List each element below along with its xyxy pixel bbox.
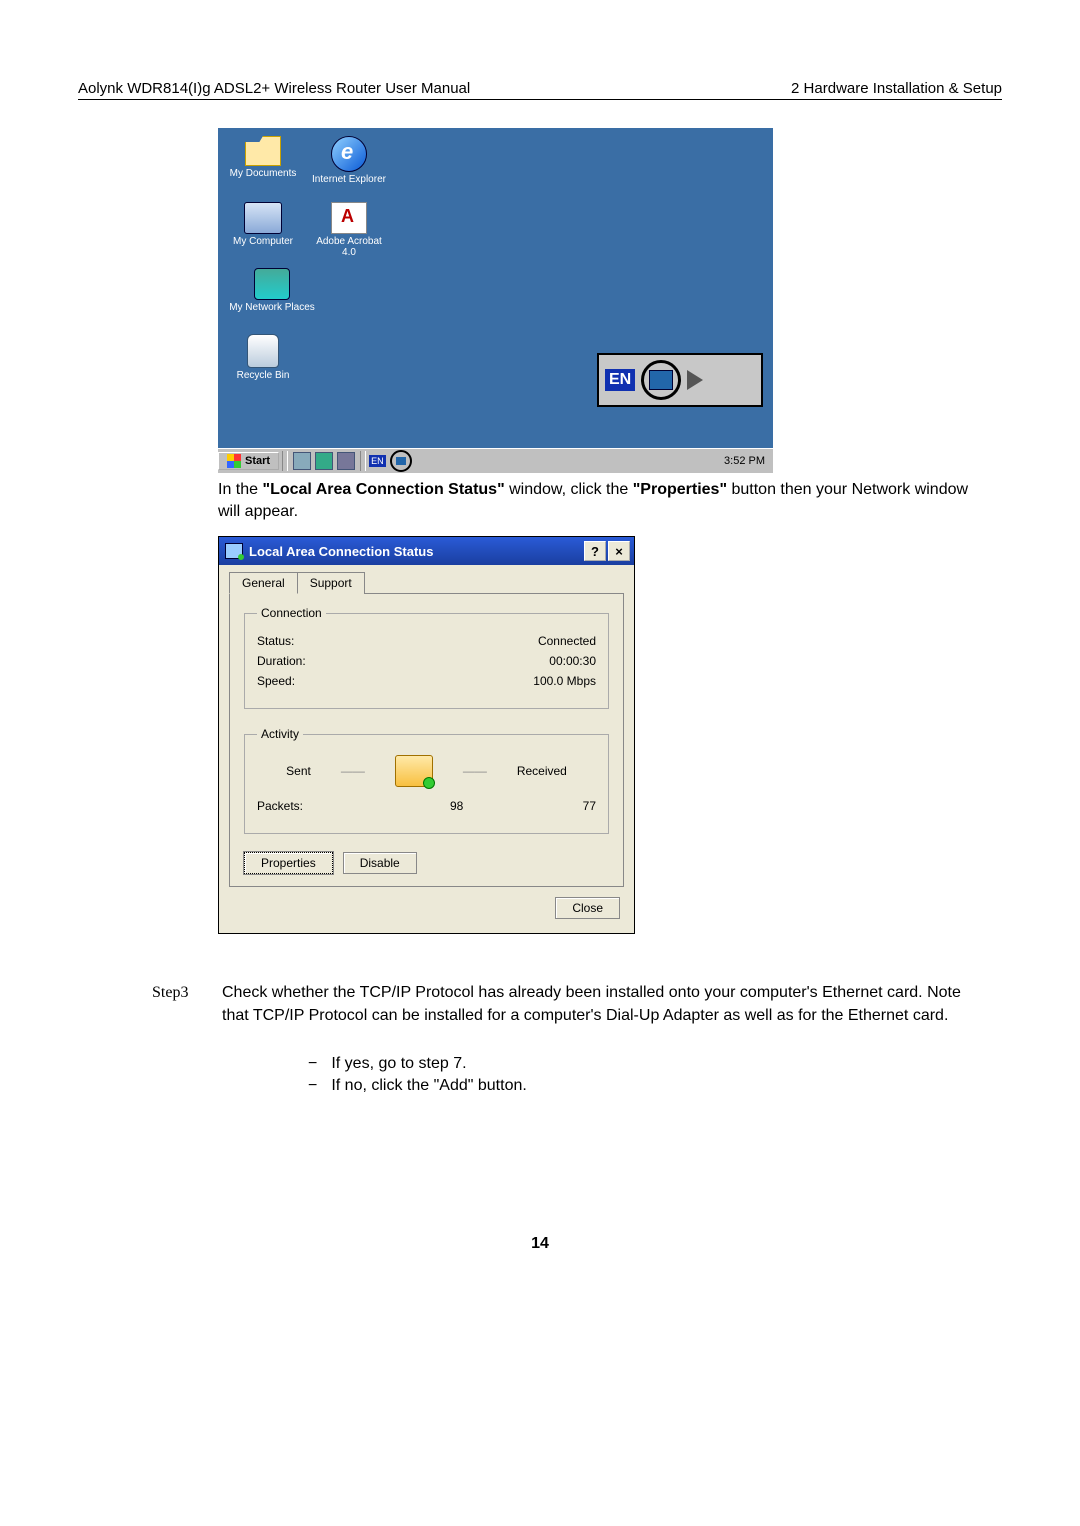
dialog-titlebar[interactable]: Local Area Connection Status ? × [219, 537, 634, 565]
header-right: 2 Hardware Installation & Setup [791, 80, 1002, 97]
windows-logo-icon [227, 454, 241, 468]
packets-label: Packets: [257, 799, 303, 813]
network-icon [254, 268, 290, 300]
volume-icon[interactable] [687, 370, 703, 390]
network-tray-icon[interactable] [390, 450, 412, 472]
recycle-bin-icon [247, 334, 279, 368]
desktop-screenshot: My Documents Internet Explorer My Comput… [218, 128, 773, 473]
duration-label: Duration: [257, 654, 306, 668]
desktop-icon-my-documents[interactable]: My Documents [222, 136, 304, 179]
taskbar: Start EN 3:52 PM [218, 448, 773, 473]
duration-value: 00:00:30 [549, 654, 596, 668]
page-number: 14 [78, 1235, 1002, 1253]
ie-icon [331, 136, 367, 172]
activity-icon [395, 755, 433, 787]
taskbar-separator [282, 451, 288, 471]
folder-icon [245, 136, 281, 166]
step3-row: Step3 Check whether the TCP/IP Protocol … [78, 982, 1002, 1027]
status-label: Status: [257, 634, 294, 648]
instruction-text: In the "Local Area Connection Status" wi… [218, 479, 982, 522]
icon-label: Internet Explorer [308, 174, 390, 185]
tab-support[interactable]: Support [297, 572, 365, 594]
packets-sent-value: 98 [450, 799, 463, 813]
status-value: Connected [538, 634, 596, 648]
dialog-title: Local Area Connection Status [249, 544, 433, 559]
speed-label: Speed: [257, 674, 295, 688]
desktop-icon-internet-explorer[interactable]: Internet Explorer [308, 136, 390, 185]
systray-zoom: EN [597, 353, 763, 407]
desktop-icon-adobe-acrobat[interactable]: Adobe Acrobat 4.0 [308, 202, 390, 258]
icon-label: Adobe Acrobat 4.0 [308, 236, 390, 258]
page-header: Aolynk WDR814(I)g ADSL2+ Wireless Router… [78, 80, 1002, 100]
disable-button[interactable]: Disable [343, 852, 417, 874]
network-icon [225, 543, 243, 559]
received-label: Received [517, 764, 567, 778]
quicklaunch-icon[interactable] [337, 452, 355, 470]
header-left: Aolynk WDR814(I)g ADSL2+ Wireless Router… [78, 80, 470, 97]
sublist-item: If yes, go to step 7. [331, 1055, 466, 1072]
sent-label: Sent [286, 764, 311, 778]
tab-general[interactable]: General [229, 572, 298, 594]
step-text: Check whether the TCP/IP Protocol has al… [222, 982, 962, 1027]
packets-received-value: 77 [583, 799, 596, 813]
step3-sublist: −If yes, go to step 7. −If no, click the… [308, 1055, 1002, 1095]
desktop-icon-my-network-places[interactable]: My Network Places [222, 268, 322, 313]
quicklaunch-icon[interactable] [293, 452, 311, 470]
properties-button[interactable]: Properties [244, 852, 333, 874]
icon-label: Recycle Bin [222, 370, 304, 381]
speed-value: 100.0 Mbps [533, 674, 596, 688]
desktop-icon-recycle-bin[interactable]: Recycle Bin [222, 334, 304, 381]
pdf-icon [331, 202, 367, 234]
close-button[interactable]: Close [555, 897, 620, 919]
icon-label: My Computer [222, 236, 304, 247]
sublist-item: If no, click the "Add" button. [331, 1077, 526, 1094]
computer-icon [244, 202, 282, 234]
close-button[interactable]: × [608, 541, 630, 561]
activity-group: Activity Sent —— —— Received Packets: 98… [244, 727, 609, 834]
step-label: Step3 [152, 982, 222, 1027]
network-tray-icon[interactable] [641, 360, 681, 400]
icon-label: My Documents [222, 168, 304, 179]
language-indicator[interactable]: EN [605, 369, 635, 391]
taskbar-clock[interactable]: 3:52 PM [716, 455, 773, 467]
desktop-icon-my-computer[interactable]: My Computer [222, 202, 304, 247]
taskbar-separator [360, 451, 366, 471]
group-legend: Activity [257, 727, 303, 741]
language-indicator[interactable]: EN [369, 455, 386, 467]
quicklaunch-icon[interactable] [315, 452, 333, 470]
icon-label: My Network Places [222, 302, 322, 313]
group-legend: Connection [257, 606, 326, 620]
connection-status-dialog: Local Area Connection Status ? × General… [218, 536, 635, 934]
dialog-tabs: General Support [229, 571, 624, 594]
connection-group: Connection Status: Connected Duration: 00:… [244, 606, 609, 709]
help-button[interactable]: ? [584, 541, 606, 561]
start-button[interactable]: Start [218, 452, 279, 470]
start-label: Start [245, 455, 270, 467]
